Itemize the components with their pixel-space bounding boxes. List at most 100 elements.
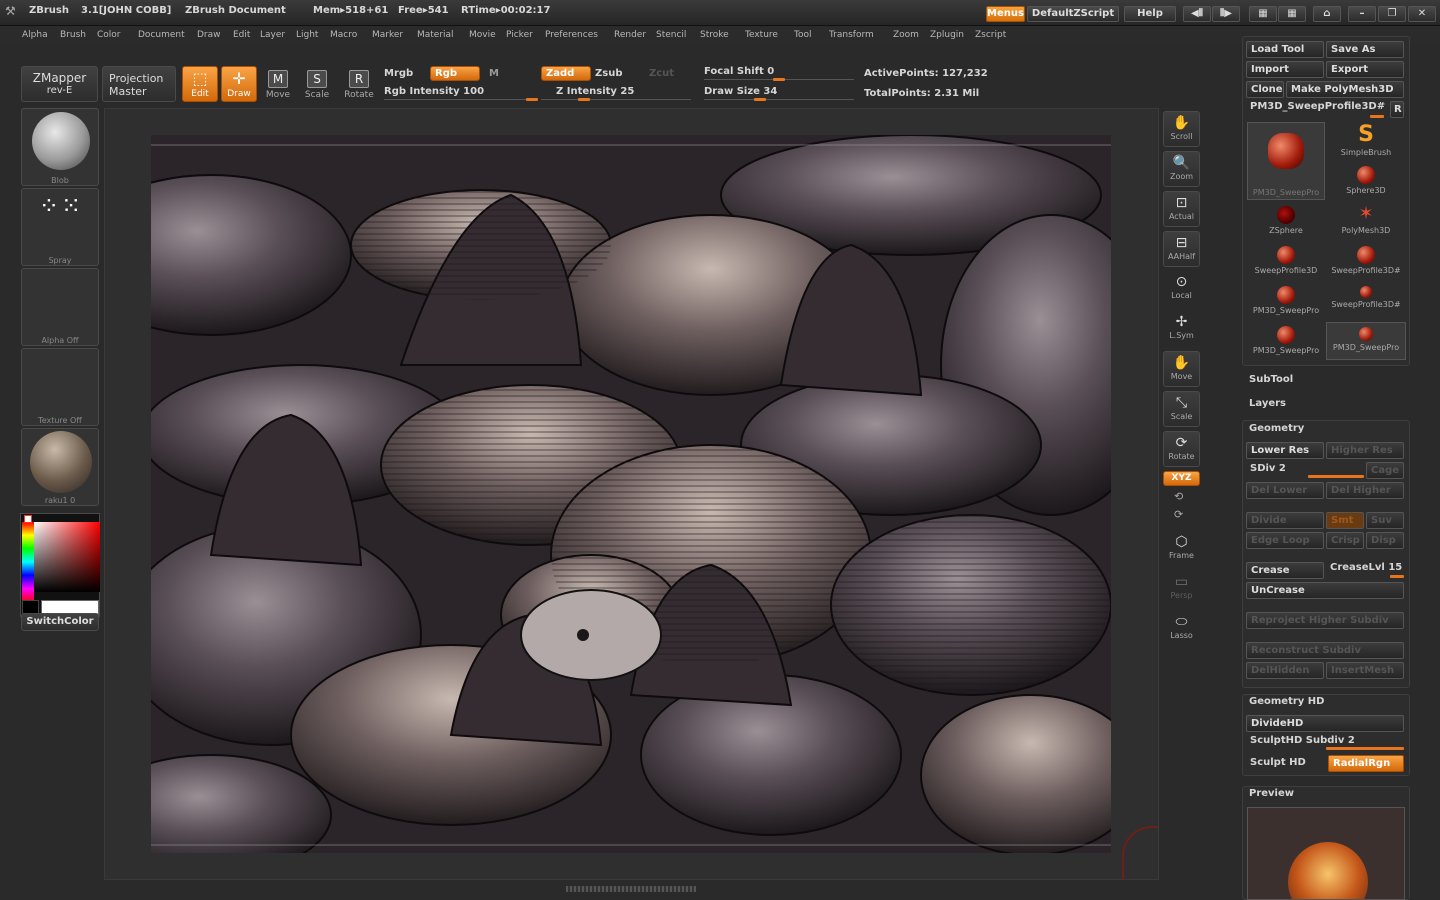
geometry-hd-section[interactable]: Geometry HD xyxy=(1249,696,1324,707)
crease-button[interactable]: Crease xyxy=(1246,562,1324,579)
zsub-button[interactable]: Zsub xyxy=(595,68,622,79)
tool-slider-knob[interactable] xyxy=(1370,115,1384,118)
m-button[interactable]: M xyxy=(489,68,499,79)
menu-tool[interactable]: Tool xyxy=(794,30,811,40)
reset-tool-button[interactable]: R xyxy=(1390,101,1404,118)
load-tool-button[interactable]: Load Tool xyxy=(1246,41,1324,58)
disp-button[interactable]: Disp xyxy=(1366,532,1404,549)
tool-pm3d-sweep-2[interactable]: PM3D_SweepPro xyxy=(1246,322,1326,360)
save-as-button[interactable]: Save As xyxy=(1326,41,1404,58)
cage-button[interactable]: Cage xyxy=(1366,462,1404,479)
help-button[interactable]: Help xyxy=(1124,6,1176,22)
move-view-button[interactable]: ✋ Move xyxy=(1163,351,1200,387)
export-button[interactable]: Export xyxy=(1326,61,1404,78)
minimize-icon[interactable]: – xyxy=(1348,6,1376,22)
menu-brush[interactable]: Brush xyxy=(60,30,86,40)
suv-button[interactable]: Suv xyxy=(1366,512,1404,529)
tool-sweepprofile3d-3[interactable]: SweepProfile3D# xyxy=(1326,282,1406,320)
del-higher-button[interactable]: Del Higher xyxy=(1326,482,1404,499)
menu-light[interactable]: Light xyxy=(296,30,318,40)
alpha-selector[interactable]: Alpha Off xyxy=(21,268,99,346)
z-intensity-slider[interactable]: Z Intensity 25 xyxy=(556,86,634,97)
scroll-button[interactable]: ✋ Scroll xyxy=(1163,111,1200,147)
bottom-shelf-handle[interactable] xyxy=(566,886,696,892)
preview-section[interactable]: Preview xyxy=(1249,788,1294,799)
brush-selector[interactable]: Blob xyxy=(21,108,99,186)
lower-res-button[interactable]: Lower Res xyxy=(1246,442,1324,459)
menu-layer[interactable]: Layer xyxy=(260,30,285,40)
geometry-section[interactable]: Geometry xyxy=(1249,423,1304,434)
rgb-intensity-knob[interactable] xyxy=(526,98,538,101)
divide-button[interactable]: Divide xyxy=(1246,512,1324,529)
frame-button[interactable]: ⬡ Frame xyxy=(1163,531,1200,567)
lasso-button[interactable]: ⬭ Lasso xyxy=(1163,611,1200,647)
edit-mode-button[interactable]: ⬚ Edit xyxy=(182,66,218,102)
close-icon[interactable]: ✕ xyxy=(1408,6,1436,22)
focal-shift-slider[interactable]: Focal Shift 0 xyxy=(704,66,774,77)
tool-polymesh3d[interactable]: ✶ PolyMesh3D xyxy=(1326,202,1406,240)
crease-lvl-knob[interactable] xyxy=(1390,575,1404,578)
menu-zoom[interactable]: Zoom xyxy=(893,30,919,40)
menu-document[interactable]: Document xyxy=(138,30,185,40)
menu-marker[interactable]: Marker xyxy=(372,30,403,40)
menu-material[interactable]: Material xyxy=(417,30,454,40)
tool-pm3d-sweep-3[interactable]: PM3D_SweepPro xyxy=(1326,322,1406,360)
crisp-button[interactable]: Crisp xyxy=(1326,532,1364,549)
tool-sweepprofile3d-2[interactable]: SweepProfile3D# xyxy=(1326,242,1406,280)
texture-selector[interactable]: Texture Off xyxy=(21,348,99,426)
z-intensity-knob[interactable] xyxy=(578,98,590,101)
make-polymesh-button[interactable]: Make PolyMesh3D xyxy=(1286,81,1404,98)
shrink-ui-icon[interactable]: ◀⫴ xyxy=(1183,6,1211,22)
expand-ui-icon[interactable]: ⫴▶ xyxy=(1212,6,1240,22)
dividehd-button[interactable]: DivideHD xyxy=(1246,715,1404,732)
menu-preferences[interactable]: Preferences xyxy=(545,30,598,40)
sdiv-knob[interactable] xyxy=(1308,475,1364,478)
sculpt-hd-button[interactable]: Sculpt HD xyxy=(1250,757,1306,768)
actual-button[interactable]: ⊡ Actual xyxy=(1163,191,1200,227)
xyz-button[interactable]: XYZ xyxy=(1163,471,1200,486)
zmapper-button[interactable]: ZMapper rev-E xyxy=(21,66,98,102)
rotate-z-icon[interactable]: ⟳ xyxy=(1174,508,1183,521)
rotate-mode-button[interactable]: R Rotate xyxy=(342,66,376,102)
tool-simplebrush[interactable]: S SimpleBrush xyxy=(1326,122,1406,160)
menu-zplugin[interactable]: Zplugin xyxy=(930,30,964,40)
projection-master-button[interactable]: Projection Master xyxy=(102,66,176,102)
tool-sphere3d[interactable]: Sphere3D xyxy=(1326,162,1406,200)
layers-section[interactable]: Layers xyxy=(1249,398,1286,409)
menu-alpha[interactable]: Alpha xyxy=(22,30,48,40)
menu-stencil[interactable]: Stencil xyxy=(656,30,686,40)
reconstruct-subdiv-button[interactable]: Reconstruct Subdiv xyxy=(1246,642,1404,659)
menu-stroke[interactable]: Stroke xyxy=(700,30,729,40)
lsym-button[interactable]: ✢ L.Sym xyxy=(1163,311,1200,347)
current-tool-thumbnail[interactable]: PM3D_SweepPro xyxy=(1247,122,1325,200)
smt-button[interactable]: Smt xyxy=(1326,512,1364,529)
tool-sweepprofile3d[interactable]: SweepProfile3D xyxy=(1246,242,1326,280)
rotate-y-icon[interactable]: ⟲ xyxy=(1174,490,1183,503)
menus-button[interactable]: Menus xyxy=(986,6,1025,22)
radialrgn-button[interactable]: RadialRgn xyxy=(1328,755,1404,772)
menu-macro[interactable]: Macro xyxy=(330,30,357,40)
saturation-square[interactable] xyxy=(34,522,100,592)
menu-render[interactable]: Render xyxy=(614,30,646,40)
sdiv-slider[interactable]: SDiv 2 xyxy=(1250,463,1286,474)
menu-color[interactable]: Color xyxy=(97,30,121,40)
insertmesh-button[interactable]: InsertMesh xyxy=(1326,662,1404,679)
menu-draw[interactable]: Draw xyxy=(197,30,221,40)
menu-texture[interactable]: Texture xyxy=(745,30,778,40)
menu-edit[interactable]: Edit xyxy=(233,30,250,40)
mrgb-button[interactable]: Mrgb xyxy=(384,68,413,79)
tool-pm3d-sweep-1[interactable]: PM3D_SweepPro xyxy=(1246,282,1326,320)
menu-picker[interactable]: Picker xyxy=(506,30,533,40)
rgb-button[interactable]: Rgb xyxy=(430,66,480,81)
zoom-button[interactable]: 🔍 Zoom xyxy=(1163,151,1200,187)
persp-button[interactable]: ▭ Persp xyxy=(1163,571,1200,607)
layout-2-icon[interactable]: ▦ xyxy=(1278,6,1306,22)
menu-transform[interactable]: Transform xyxy=(829,30,874,40)
draw-size-slider[interactable]: Draw Size 34 xyxy=(704,86,777,97)
subtool-section[interactable]: SubTool xyxy=(1249,374,1293,385)
zadd-button[interactable]: Zadd xyxy=(541,66,591,81)
delhidden-button[interactable]: DelHidden xyxy=(1246,662,1324,679)
crease-lvl-slider[interactable]: CreaseLvl 15 xyxy=(1330,562,1402,573)
tool-zsphere[interactable]: ZSphere xyxy=(1246,202,1326,240)
edge-loop-button[interactable]: Edge Loop xyxy=(1246,532,1324,549)
